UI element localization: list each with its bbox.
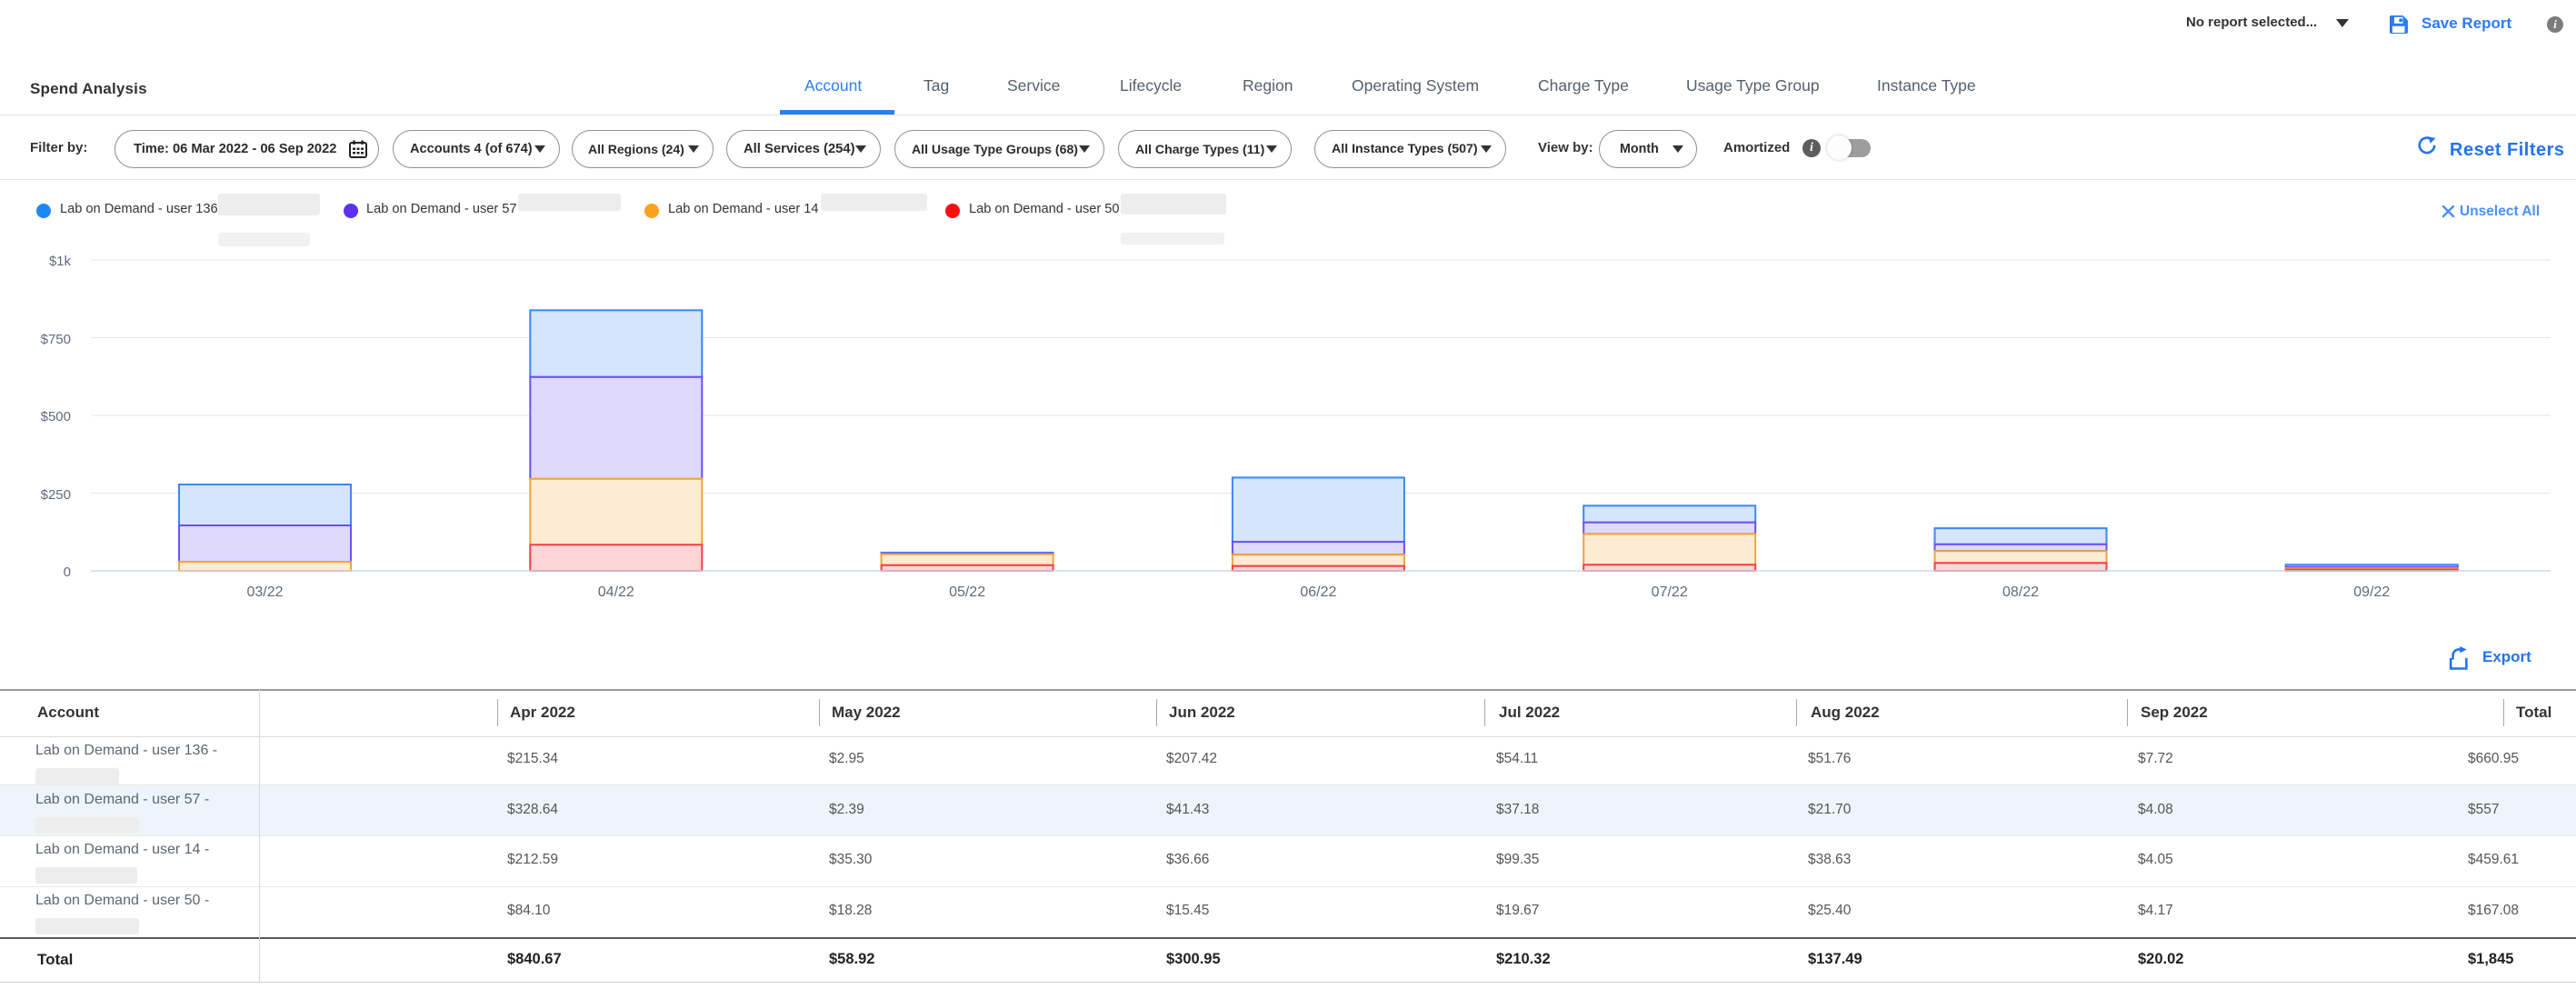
- svg-text:04/22: 04/22: [598, 584, 634, 600]
- svg-text:05/22: 05/22: [949, 584, 985, 600]
- svg-text:06/22: 06/22: [1300, 584, 1336, 600]
- svg-text:$750: $750: [41, 332, 71, 347]
- svg-text:$1k: $1k: [49, 254, 72, 269]
- svg-text:08/22: 08/22: [2002, 584, 2039, 600]
- svg-text:03/22: 03/22: [246, 584, 283, 600]
- svg-text:$250: $250: [41, 487, 71, 503]
- svg-text:0: 0: [64, 564, 71, 580]
- svg-text:$500: $500: [41, 409, 71, 425]
- svg-text:07/22: 07/22: [1652, 584, 1688, 600]
- svg-text:09/22: 09/22: [2353, 584, 2390, 600]
